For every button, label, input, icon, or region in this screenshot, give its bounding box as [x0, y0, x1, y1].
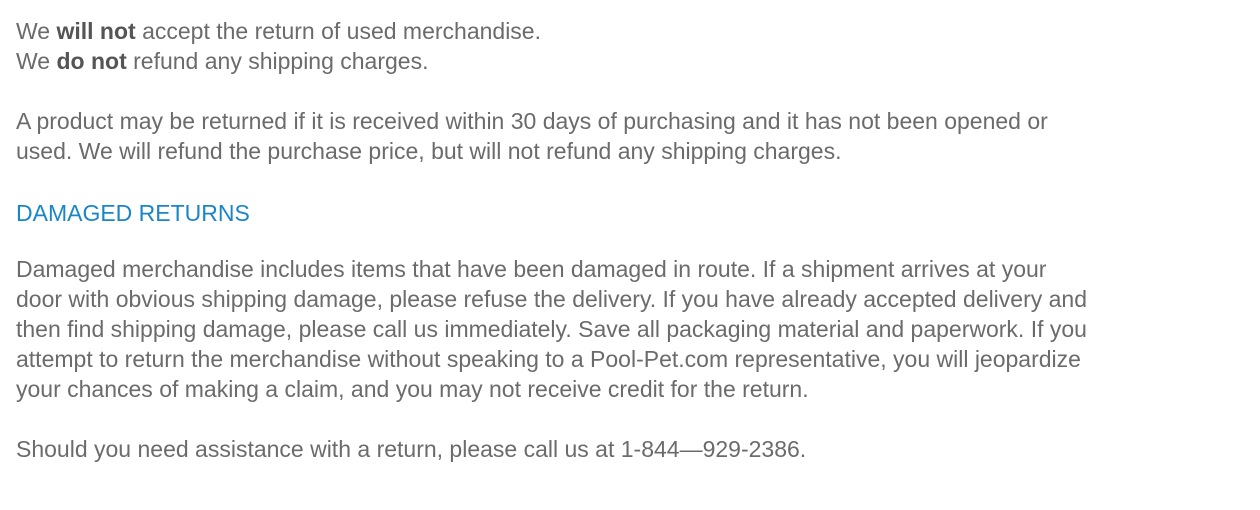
assistance-contact-text: Should you need assistance with a return…: [16, 436, 807, 462]
damaged-returns-paragraph: Damaged merchandise includes items that …: [16, 256, 1088, 402]
shipping-charges-line: We do not refund any shipping charges.: [16, 48, 429, 74]
returns-policy-content: We will not accept the return of used me…: [16, 16, 1251, 464]
policy-statements: We will not accept the return of used me…: [16, 16, 1251, 76]
emphasis-will-not: will not: [56, 18, 136, 44]
return-eligibility-paragraph: A product may be returned if it is recei…: [16, 108, 1048, 164]
damaged-returns-heading: DAMAGED RETURNS: [16, 200, 250, 226]
used-merchandise-line: We will not accept the return of used me…: [16, 18, 541, 44]
emphasis-do-not: do not: [56, 48, 127, 74]
